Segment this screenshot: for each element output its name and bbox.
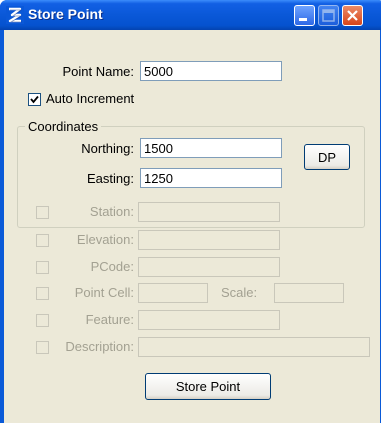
easting-label: Easting: <box>87 171 134 186</box>
minimize-button[interactable] <box>294 5 315 26</box>
point-name-input[interactable] <box>140 61 282 81</box>
close-icon <box>347 10 358 21</box>
dialog-body: Point Name: Auto Increment Coordinates N… <box>4 30 380 423</box>
description-checkbox[interactable] <box>36 341 49 354</box>
dp-button[interactable]: DP <box>304 144 350 170</box>
description-input[interactable] <box>138 337 370 357</box>
store-point-button[interactable]: Store Point <box>145 373 271 400</box>
auto-increment-checkbox[interactable] <box>28 93 41 106</box>
northing-input[interactable] <box>140 138 282 158</box>
northing-label: Northing: <box>81 141 134 156</box>
pcode-label: PCode: <box>90 259 134 274</box>
pcode-input[interactable] <box>138 257 280 277</box>
point-cell-checkbox[interactable] <box>36 287 49 300</box>
point-cell-input[interactable] <box>138 283 208 303</box>
title-bar[interactable]: Store Point <box>0 0 381 30</box>
feature-label: Feature: <box>85 312 134 327</box>
auto-increment-label: Auto Increment <box>46 91 135 106</box>
elevation-checkbox[interactable] <box>36 234 49 247</box>
checkmark-icon <box>30 95 39 104</box>
pcode-checkbox[interactable] <box>36 261 49 274</box>
maximize-icon <box>322 9 335 22</box>
elevation-input[interactable] <box>138 230 280 250</box>
elevation-label: Elevation: <box>76 232 134 247</box>
easting-input[interactable] <box>140 168 282 188</box>
scale-input[interactable] <box>274 283 344 303</box>
feature-checkbox[interactable] <box>36 314 49 327</box>
point-cell-label: Point Cell: <box>74 285 134 300</box>
feature-input[interactable] <box>138 310 280 330</box>
minimize-icon <box>299 18 307 21</box>
description-label: Description: <box>65 339 134 354</box>
coordinates-legend: Coordinates <box>25 119 102 134</box>
scale-label: Scale: <box>221 285 258 300</box>
station-checkbox[interactable] <box>36 206 49 219</box>
window-title: Store Point <box>28 6 103 22</box>
station-label: Station: <box>89 204 134 219</box>
close-button[interactable] <box>342 5 363 26</box>
point-name-label: Point Name: <box>62 64 134 79</box>
store-point-window: Store Point Point Name: Auto Increment C… <box>0 0 381 423</box>
app-logo-icon <box>6 6 24 24</box>
station-input[interactable] <box>138 202 280 222</box>
maximize-button[interactable] <box>318 5 339 26</box>
